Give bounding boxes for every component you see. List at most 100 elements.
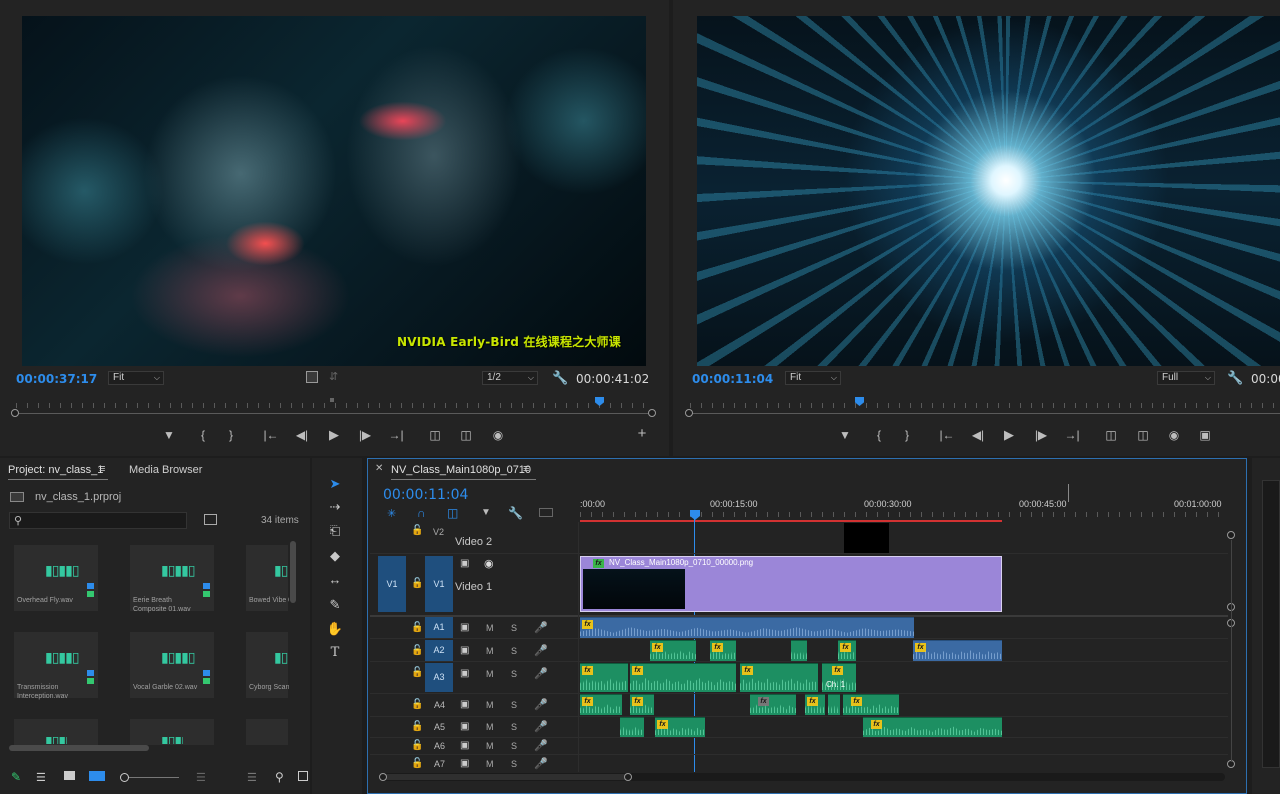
linked-selection-icon[interactable]: ◫ xyxy=(447,506,458,520)
pencil-icon[interactable]: ✎ xyxy=(11,770,21,784)
mark-out-icon[interactable]: } xyxy=(899,428,915,442)
timeline-timecode[interactable]: 00:00:11:04 xyxy=(383,487,468,503)
export-frame-settings-icon[interactable] xyxy=(306,371,318,383)
captions-icon[interactable] xyxy=(539,508,553,517)
new-bin-icon[interactable] xyxy=(298,771,308,781)
eye-icon[interactable]: ◉ xyxy=(484,557,494,570)
go-to-out-icon[interactable]: →| xyxy=(388,428,404,442)
audio-clip[interactable]: fx xyxy=(580,694,622,715)
solo-button[interactable]: S xyxy=(511,669,517,679)
add-marker-icon[interactable]: ▼ xyxy=(481,507,491,518)
video-clip-v1[interactable]: fx NV_Class_Main1080p_0710_00000.png xyxy=(580,556,1002,612)
tab-project[interactable]: Project: nv_class_1 xyxy=(8,464,103,476)
microphone-icon[interactable]: 🎤 xyxy=(534,757,548,770)
source-zoom-scrollbar[interactable] xyxy=(16,413,652,414)
lock-icon[interactable]: 🔓 xyxy=(411,645,423,656)
lift-icon[interactable]: ◫ xyxy=(1103,428,1119,442)
program-zoom-select[interactable]: Fit ⌵ xyxy=(785,371,841,385)
tab-media-browser[interactable]: Media Browser xyxy=(129,464,202,476)
list-view-icon[interactable]: ☰ xyxy=(36,771,46,784)
close-sequence-icon[interactable]: ✕ xyxy=(375,463,383,474)
audio-clip[interactable]: fx xyxy=(580,617,914,638)
video-track-scroll-top[interactable] xyxy=(1227,531,1235,539)
timeline-zoom-handle-right[interactable] xyxy=(624,773,632,781)
sync-icon[interactable]: ▣ xyxy=(460,645,469,656)
program-resolution-select[interactable]: Full ⌵ xyxy=(1157,371,1215,385)
zoom-slider-handle[interactable] xyxy=(120,773,129,782)
add-marker-icon[interactable]: ▼ xyxy=(161,428,177,442)
go-to-in-icon[interactable]: |← xyxy=(939,428,955,442)
program-time-ruler[interactable] xyxy=(690,392,1280,408)
mark-out-icon[interactable]: } xyxy=(223,428,239,442)
audio-clip[interactable]: fx xyxy=(580,663,628,692)
mute-button[interactable]: M xyxy=(486,669,494,679)
audio-clip[interactable]: fx xyxy=(750,694,796,715)
nest-sequence-icon[interactable]: ✳ xyxy=(387,507,396,520)
lock-icon[interactable]: 🔓 xyxy=(411,578,423,589)
mute-button[interactable]: M xyxy=(486,700,494,710)
lock-icon[interactable]: 🔓 xyxy=(411,699,423,710)
icon-view-icon[interactable] xyxy=(64,771,75,780)
microphone-icon[interactable]: 🎤 xyxy=(534,667,548,680)
work-area-bar[interactable] xyxy=(580,520,1002,522)
hand-tool-icon[interactable]: ✋ xyxy=(325,620,345,638)
mute-button[interactable]: M xyxy=(486,759,494,769)
project-vertical-scrollbar[interactable] xyxy=(290,541,296,603)
audio-clip[interactable]: fx xyxy=(843,694,899,715)
program-monitor-viewer[interactable] xyxy=(697,16,1280,366)
play-icon[interactable]: ▶ xyxy=(1001,428,1017,442)
audio-clip[interactable]: fx xyxy=(863,717,1002,737)
go-to-in-icon[interactable]: |← xyxy=(263,428,279,442)
camera-icon[interactable]: ◉ xyxy=(490,428,506,442)
lock-icon[interactable]: 🔓 xyxy=(411,525,423,536)
sort-icons-icon[interactable]: ☰ xyxy=(196,771,206,784)
mute-button[interactable]: M xyxy=(486,722,494,732)
lock-icon[interactable]: 🔓 xyxy=(411,667,423,678)
toggle-sync-lock-icon[interactable]: ▣ xyxy=(460,558,469,569)
play-icon[interactable]: ▶ xyxy=(326,428,342,442)
drag-video-icon[interactable]: ⇵ xyxy=(329,370,338,383)
solo-button[interactable]: S xyxy=(511,646,517,656)
sync-icon[interactable]: ▣ xyxy=(460,721,469,732)
project-item-thumb[interactable]: ▮▯▮▮▯ xyxy=(14,719,98,745)
sync-icon[interactable]: ▣ xyxy=(460,740,469,751)
freeform-view-icon[interactable] xyxy=(89,771,105,781)
project-item-thumb[interactable] xyxy=(246,719,288,745)
mute-button[interactable]: M xyxy=(486,646,494,656)
microphone-icon[interactable]: 🎤 xyxy=(534,698,548,711)
project-horizontal-scrollbar[interactable] xyxy=(9,745,149,751)
audio-clip[interactable] xyxy=(620,717,644,737)
video-clip-v2[interactable] xyxy=(844,523,889,553)
mark-in-icon[interactable]: { xyxy=(195,428,211,442)
microphone-icon[interactable]: 🎤 xyxy=(534,644,548,657)
track-target-a2[interactable]: A2 xyxy=(425,640,453,661)
automate-to-sequence-icon[interactable]: ☰ xyxy=(247,771,257,784)
program-scroll-handle-left[interactable] xyxy=(685,409,693,417)
insert-icon[interactable]: ◫ xyxy=(427,428,443,442)
audio-clip[interactable]: fx xyxy=(630,663,736,692)
source-resolution-select[interactable]: 1/2 ⌵ xyxy=(482,371,538,385)
solo-button[interactable]: S xyxy=(511,700,517,710)
audio-clip[interactable] xyxy=(791,640,807,661)
solo-button[interactable]: S xyxy=(511,722,517,732)
timeline-settings-wrench-icon[interactable]: 🔧 xyxy=(508,506,523,520)
timeline-time-ruler[interactable] xyxy=(580,505,1228,517)
sequence-menu-icon[interactable]: ≡ xyxy=(523,463,529,475)
timeline-zoom-handle-left[interactable] xyxy=(379,773,387,781)
program-timecode-current[interactable]: 00:00:11:04 xyxy=(692,372,773,386)
source-zoom-select[interactable]: Fit ⌵ xyxy=(108,371,164,385)
track-select-tool-icon[interactable]: ⇢ xyxy=(325,498,345,516)
wrench-icon[interactable]: 🔧 xyxy=(552,370,568,386)
find-icon[interactable]: ⚲ xyxy=(275,770,284,784)
lock-icon[interactable]: 🔓 xyxy=(411,740,423,751)
sequence-tab[interactable]: NV_Class_Main1080p_0710 xyxy=(391,464,531,476)
sync-icon[interactable]: ▣ xyxy=(460,668,469,679)
wrench-icon[interactable]: 🔧 xyxy=(1227,370,1243,386)
overwrite-icon[interactable]: ◫ xyxy=(458,428,474,442)
ripple-edit-tool-icon[interactable]: ⎗ xyxy=(325,522,345,540)
step-forward-icon[interactable]: |▶ xyxy=(357,428,373,442)
audio-clip[interactable]: fx Ch. 1 xyxy=(822,663,856,692)
mark-in-icon[interactable]: { xyxy=(871,428,887,442)
type-tool-icon[interactable]: T xyxy=(325,644,345,662)
track-id-v2[interactable]: V2 xyxy=(433,527,444,537)
